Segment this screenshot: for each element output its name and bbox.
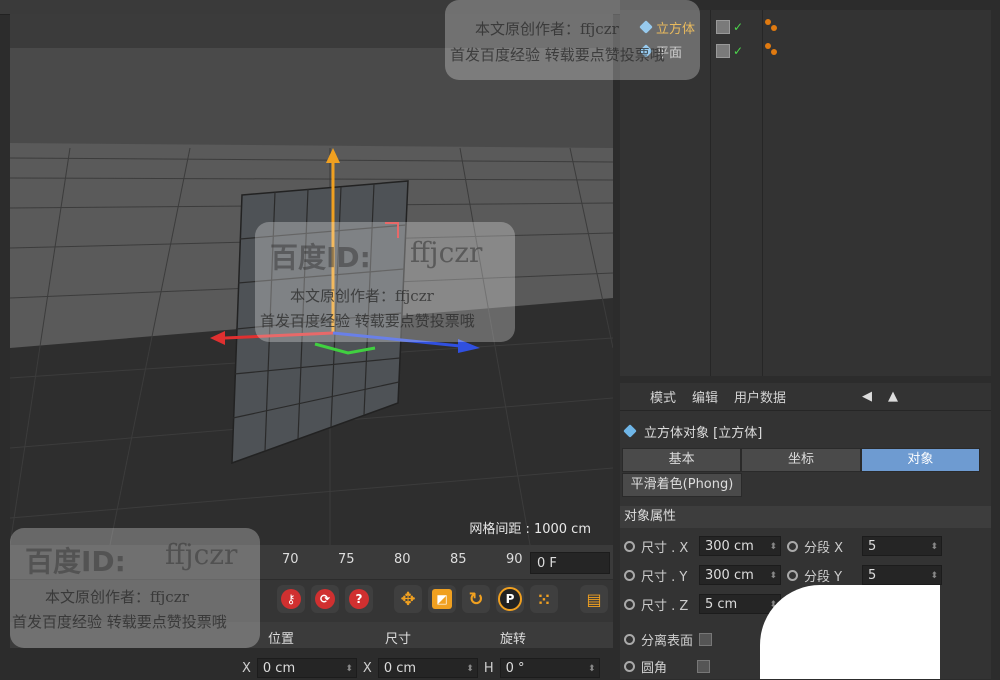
watermark-top: 本文原创作者：ffjczr 首发百度经验 转载要点赞投票哦 — [445, 0, 700, 80]
watermark-brand: 百度ID: — [25, 545, 126, 578]
timeline-tick: 75 — [338, 552, 355, 567]
prop-label: 尺寸 . Z — [641, 598, 689, 614]
prop-label: 尺寸 . Y — [641, 569, 688, 585]
tab-basic[interactable]: 基本 — [622, 448, 742, 472]
up-arrow-icon[interactable]: ▲ — [888, 389, 898, 404]
timeline-button[interactable]: ▤ — [580, 585, 608, 613]
watermark-line1: 本文原创作者：ffjczr — [290, 287, 434, 305]
prop-label: 圆角 — [641, 660, 668, 676]
segments-y-input[interactable]: 5 — [862, 565, 942, 586]
rotate-icon: ↻ — [468, 588, 484, 610]
size-z-input[interactable]: 5 cm — [699, 594, 781, 615]
coord-x-label: X — [242, 660, 251, 676]
watermark-line2: 首发百度经验 转载要点赞投票哦 — [12, 613, 227, 631]
prop-label: 分离表面 — [641, 633, 694, 649]
coord-head-position: 位置 — [268, 632, 295, 647]
image-overlay — [760, 585, 940, 679]
watermark-line2: 首发百度经验 转载要点赞投票哦 — [260, 312, 475, 330]
rotation-h-input[interactable]: 0 ° — [499, 658, 600, 679]
watermark-center: 百度ID: ffjczr 本文原创作者：ffjczr 首发百度经验 转载要点赞投… — [255, 222, 515, 342]
watermark-line1: 本文原创作者：ffjczr — [475, 20, 619, 38]
menu-mode[interactable]: 模式 — [650, 387, 676, 406]
anim-radio[interactable] — [624, 598, 635, 610]
watermark-line1: 本文原创作者：ffjczr — [45, 588, 189, 606]
pla-key-button[interactable]: ⁙ — [530, 585, 558, 613]
anim-radio[interactable] — [624, 540, 635, 552]
cube-icon — [623, 424, 637, 438]
object-flags[interactable]: ✓ — [716, 16, 743, 38]
timeline-tick: 90 — [506, 552, 523, 567]
attribute-tabs: 基本 坐标 对象 — [622, 448, 980, 472]
anim-radio[interactable] — [787, 540, 798, 552]
separate-surfaces-checkbox[interactable] — [699, 632, 713, 646]
scale-icon: ◩ — [432, 589, 452, 609]
prop-label: 尺寸 . X — [641, 540, 689, 556]
grid-dots-icon: ⁙ — [537, 589, 551, 609]
segments-x-input[interactable]: 5 — [862, 536, 942, 557]
timeline-tick: 85 — [450, 552, 467, 567]
tab-object[interactable]: 对象 — [860, 448, 980, 472]
timeline-tick: 80 — [394, 552, 411, 567]
tab-phong[interactable]: 平滑着色(Phong) — [622, 473, 742, 497]
help-key-button[interactable]: ? — [345, 585, 373, 613]
grid-spacing-label: 网格间距 : 1000 cm — [469, 522, 591, 537]
prop-fillet: 圆角 — [624, 654, 711, 678]
question-icon: ? — [349, 589, 369, 609]
tag-icon[interactable] — [765, 19, 779, 33]
prop-label: 分段 Y — [804, 569, 843, 585]
record-button[interactable]: ⚷ — [277, 585, 305, 613]
watermark-id: ffjczr — [165, 538, 238, 571]
param-key-button[interactable]: P — [496, 585, 524, 613]
fillet-checkbox[interactable] — [697, 659, 711, 673]
scale-key-button[interactable]: ◩ — [428, 585, 456, 613]
timeline-tick: 70 — [282, 552, 299, 567]
rotate-key-button[interactable]: ↻ — [462, 585, 490, 613]
anim-radio[interactable] — [787, 569, 798, 581]
size-y-input[interactable]: 300 cm — [699, 565, 781, 586]
autokey-button[interactable]: ⟳ — [311, 585, 339, 613]
layer-icon[interactable] — [716, 20, 730, 34]
coord-x-label: X — [362, 660, 372, 676]
coord-head-rotation: 旋转 — [500, 632, 527, 647]
check-icon[interactable]: ✓ — [733, 44, 743, 58]
coord-row-x: X 0 cm X 0 cm H 0 ° — [242, 656, 600, 680]
p-icon: P — [498, 587, 522, 611]
move-icon: ✥ — [400, 588, 416, 610]
key-icon: ⚷ — [281, 589, 301, 609]
layer-icon[interactable] — [716, 44, 730, 58]
attribute-title: 立方体对象 [立方体] — [623, 418, 763, 444]
prop-size-z: 尺寸 . Z 5 cm — [624, 592, 781, 616]
film-icon: ▤ — [586, 589, 602, 609]
prop-size-x: 尺寸 . X 300 cm 分段 X 5 — [624, 534, 942, 558]
autokey-icon: ⟳ — [315, 589, 335, 609]
menu-user-data[interactable]: 用户数据 — [734, 387, 786, 406]
coord-h-label: H — [483, 660, 494, 676]
size-x-input[interactable]: 300 cm — [699, 536, 781, 557]
menu-edit[interactable]: 编辑 — [692, 387, 718, 406]
prop-size-y: 尺寸 . Y 300 cm 分段 Y 5 — [624, 563, 942, 587]
size-x-coord-input[interactable]: 0 cm — [377, 658, 478, 679]
coord-head-size: 尺寸 — [385, 632, 412, 647]
attribute-menu: 模式 编辑 用户数据 ◀ ▲ — [620, 383, 991, 411]
watermark-bottom: 百度ID: ffjczr 本文原创作者：ffjczr 首发百度经验 转载要点赞投… — [10, 528, 260, 648]
back-arrow-icon[interactable]: ◀ — [862, 389, 872, 404]
position-x-input[interactable]: 0 cm — [256, 658, 357, 679]
object-properties-header: 对象属性 — [620, 506, 991, 528]
attribute-title-text: 立方体对象 [立方体] — [644, 425, 763, 441]
watermark-brand: 百度ID: — [270, 241, 371, 274]
anim-radio[interactable] — [624, 569, 635, 581]
tab-coord[interactable]: 坐标 — [741, 448, 861, 472]
check-icon[interactable]: ✓ — [733, 20, 743, 34]
watermark-id: ffjczr — [410, 236, 483, 269]
prop-separate-surfaces: 分离表面 — [624, 627, 713, 651]
current-frame-field[interactable]: 0 F — [530, 552, 610, 574]
anim-radio[interactable] — [624, 633, 635, 645]
object-flags[interactable]: ✓ — [716, 40, 743, 62]
watermark-line2: 首发百度经验 转载要点赞投票哦 — [450, 46, 665, 64]
move-key-button[interactable]: ✥ — [394, 585, 422, 613]
tag-icon[interactable] — [765, 43, 779, 57]
prop-label: 分段 X — [804, 540, 844, 556]
anim-radio[interactable] — [624, 660, 635, 672]
